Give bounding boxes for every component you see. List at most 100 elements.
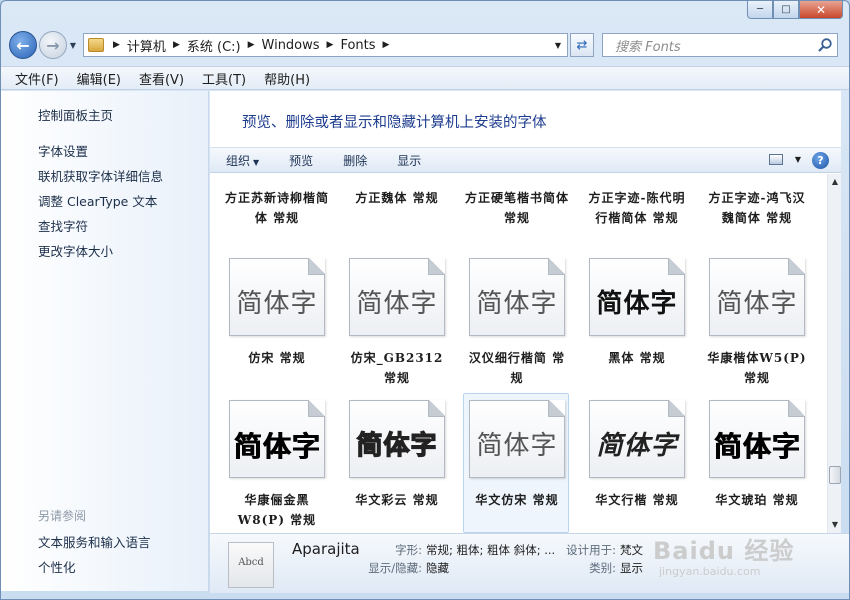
fonts-content-pane: 预览、删除或者显示和隐藏计算机上安装的字体 组织 ▼ 预览 删除 显示 ▼ ? 方… bbox=[210, 91, 841, 533]
organize-label: 组织 bbox=[226, 153, 251, 168]
menu-view[interactable]: 查看(V) bbox=[139, 69, 184, 88]
chevron-right-icon[interactable]: ▶ bbox=[327, 40, 334, 50]
chevron-down-icon: ▼ bbox=[253, 157, 260, 167]
font-tile-label: 华康俪金黑W8(P) 常规 bbox=[237, 493, 317, 527]
font-file-icon: 简体字 bbox=[349, 258, 445, 336]
sidebar-link-text-services[interactable]: 文本服务和输入语言 bbox=[38, 532, 151, 551]
task-pane: 控制面板主页 字体设置 联机获取字体详细信息 调整 ClearType 文本 查… bbox=[1, 91, 209, 591]
menu-help[interactable]: 帮助(H) bbox=[264, 69, 310, 88]
folder-icon bbox=[88, 38, 104, 52]
search-input[interactable]: 搜索 Fonts bbox=[602, 33, 838, 57]
vertical-scrollbar[interactable]: ▲ ▼ bbox=[827, 174, 841, 533]
breadcrumb-computer[interactable]: 计算机 bbox=[127, 36, 166, 55]
font-tile[interactable]: 简体字 仿宋 常规 bbox=[225, 258, 329, 388]
show-button[interactable]: 显示 bbox=[397, 152, 421, 169]
font-tile[interactable]: 简体字 华文琥珀 常规 bbox=[705, 400, 809, 530]
search-placeholder: 搜索 Fonts bbox=[615, 39, 681, 55]
preview-button[interactable]: 预览 bbox=[289, 152, 313, 169]
scroll-down-icon[interactable]: ▼ bbox=[828, 517, 842, 533]
refresh-icon: ⇄ bbox=[576, 37, 588, 53]
font-tile-label[interactable]: 方正硬笔楷书简体 常规 bbox=[465, 188, 569, 228]
show-hide-value: 隐藏 bbox=[426, 561, 449, 575]
breadcrumb-system-drive[interactable]: 系统 (C:) bbox=[187, 36, 241, 55]
font-thumbnail: Abcd bbox=[228, 542, 274, 588]
breadcrumb-fonts[interactable]: Fonts bbox=[340, 38, 375, 53]
font-tile-label[interactable]: 方正字迹-鸿飞汉魏简体 常规 bbox=[705, 188, 809, 228]
font-tile-label[interactable]: 方正苏新诗柳楷简体 常规 bbox=[225, 188, 329, 228]
font-sample: 简体字 bbox=[233, 430, 321, 463]
sidebar-link-font-settings[interactable]: 字体设置 bbox=[38, 141, 88, 160]
address-bar[interactable]: ▶ 计算机 ▶ 系统 (C:) ▶ Windows ▶ Fonts ▶ ▼ bbox=[83, 33, 568, 57]
sidebar-link-cleartype[interactable]: 调整 ClearType 文本 bbox=[38, 191, 157, 210]
font-tile-label: 华文仿宋 常规 bbox=[475, 493, 559, 507]
address-history-dropdown[interactable]: ▼ bbox=[555, 41, 561, 50]
font-file-icon: 简体字 bbox=[709, 258, 805, 336]
font-tile-label[interactable]: 方正字迹-陈代明行楷简体 常规 bbox=[585, 188, 689, 228]
watermark-logo-text: Baidu 经验 bbox=[653, 537, 795, 565]
navigation-bar: ← → ▼ ▶ 计算机 ▶ 系统 (C:) ▶ Windows ▶ Fonts … bbox=[9, 29, 841, 61]
menu-file[interactable]: 文件(F) bbox=[15, 69, 59, 88]
close-button[interactable]: ✕ bbox=[799, 1, 843, 19]
sidebar-link-change-font-size[interactable]: 更改字体大小 bbox=[38, 241, 113, 260]
forward-button[interactable]: → bbox=[39, 31, 67, 59]
font-file-icon: 简体字 bbox=[469, 258, 565, 336]
caption-buttons: ─ □ ✕ bbox=[747, 1, 843, 19]
chevron-right-icon[interactable]: ▶ bbox=[113, 40, 120, 50]
font-tile-label: 仿宋_GB2312 常规 bbox=[350, 351, 444, 385]
font-tile-selected[interactable]: 简体字 华文仿宋 常规 bbox=[465, 400, 569, 530]
maximize-button[interactable]: □ bbox=[773, 1, 799, 19]
font-sample: 简体字 bbox=[596, 431, 678, 461]
font-file-icon: 简体字 bbox=[349, 400, 445, 478]
sidebar-link-find-character[interactable]: 查找字符 bbox=[38, 216, 88, 235]
font-sample: 简体字 bbox=[356, 289, 438, 319]
font-tile[interactable]: 简体字 仿宋_GB2312 常规 bbox=[345, 258, 449, 388]
font-file-icon: 简体字 bbox=[589, 258, 685, 336]
font-tile[interactable]: 简体字 汉仪细行楷简 常规 bbox=[465, 258, 569, 388]
font-tile-label[interactable]: 方正魏体 常规 bbox=[345, 188, 449, 208]
menu-edit[interactable]: 编辑(E) bbox=[77, 69, 121, 88]
explorer-window: ─ □ ✕ ← → ▼ ▶ 计算机 ▶ 系统 (C:) ▶ Windows ▶ … bbox=[0, 0, 850, 600]
view-options-dropdown[interactable]: ▼ bbox=[795, 155, 801, 164]
scroll-up-icon[interactable]: ▲ bbox=[828, 174, 842, 190]
designed-for-value: 梵文 bbox=[620, 543, 643, 557]
delete-button[interactable]: 删除 bbox=[343, 152, 367, 169]
font-tile-label: 仿宋 常规 bbox=[248, 351, 306, 365]
search-icon[interactable] bbox=[817, 37, 833, 53]
watermark-url: jingyan.baidu.com bbox=[659, 565, 761, 578]
refresh-button[interactable]: ⇄ bbox=[570, 33, 594, 57]
page-title: 预览、删除或者显示和隐藏计算机上安装的字体 bbox=[242, 115, 547, 131]
font-tile[interactable]: 简体字 华康楷体W5(P) 常规 bbox=[705, 258, 809, 388]
font-sample: 简体字 bbox=[596, 289, 678, 319]
font-file-icon: 简体字 bbox=[589, 400, 685, 478]
font-tile-label: 黑体 常规 bbox=[608, 351, 666, 365]
organize-button[interactable]: 组织 ▼ bbox=[226, 152, 259, 169]
font-tile-label: 华文行楷 常规 bbox=[595, 493, 679, 507]
font-sample: 简体字 bbox=[476, 289, 558, 319]
help-icon[interactable]: ? bbox=[812, 152, 829, 169]
font-tile[interactable]: 简体字 黑体 常规 bbox=[585, 258, 689, 388]
sidebar-link-online-font-info[interactable]: 联机获取字体详细信息 bbox=[38, 166, 163, 185]
minimize-button[interactable]: ─ bbox=[747, 1, 773, 19]
font-sample: 简体字 bbox=[236, 289, 318, 319]
scroll-thumb[interactable] bbox=[829, 466, 841, 484]
font-name: Aparajita bbox=[292, 540, 360, 558]
baidu-watermark: Baidu 经验 jingyan.baidu.com bbox=[649, 529, 829, 585]
font-tile[interactable]: 简体字 华康俪金黑W8(P) 常规 bbox=[225, 400, 329, 530]
font-file-icon: 简体字 bbox=[469, 400, 565, 478]
show-hide-label: 显示/隐藏: bbox=[368, 561, 422, 575]
breadcrumb-windows[interactable]: Windows bbox=[262, 38, 320, 53]
sidebar-link-control-panel-home[interactable]: 控制面板主页 bbox=[38, 105, 113, 124]
recent-pages-dropdown[interactable]: ▼ bbox=[67, 41, 79, 50]
sidebar-link-personalization[interactable]: 个性化 bbox=[38, 557, 76, 576]
chevron-right-icon[interactable]: ▶ bbox=[248, 40, 255, 50]
view-options-icon[interactable] bbox=[769, 154, 783, 165]
style-value: 常规; 粗体; 粗体 斜体; ... bbox=[426, 543, 556, 557]
menu-tools[interactable]: 工具(T) bbox=[202, 69, 246, 88]
chevron-right-icon[interactable]: ▶ bbox=[383, 40, 390, 50]
font-sample: 简体字 bbox=[716, 289, 798, 319]
chevron-right-icon[interactable]: ▶ bbox=[173, 40, 180, 50]
font-tile[interactable]: 简体字 华文彩云 常规 bbox=[345, 400, 449, 530]
designed-for-label: 设计用于: bbox=[566, 543, 616, 557]
back-button[interactable]: ← bbox=[9, 31, 37, 59]
font-tile[interactable]: 简体字 华文行楷 常规 bbox=[585, 400, 689, 530]
